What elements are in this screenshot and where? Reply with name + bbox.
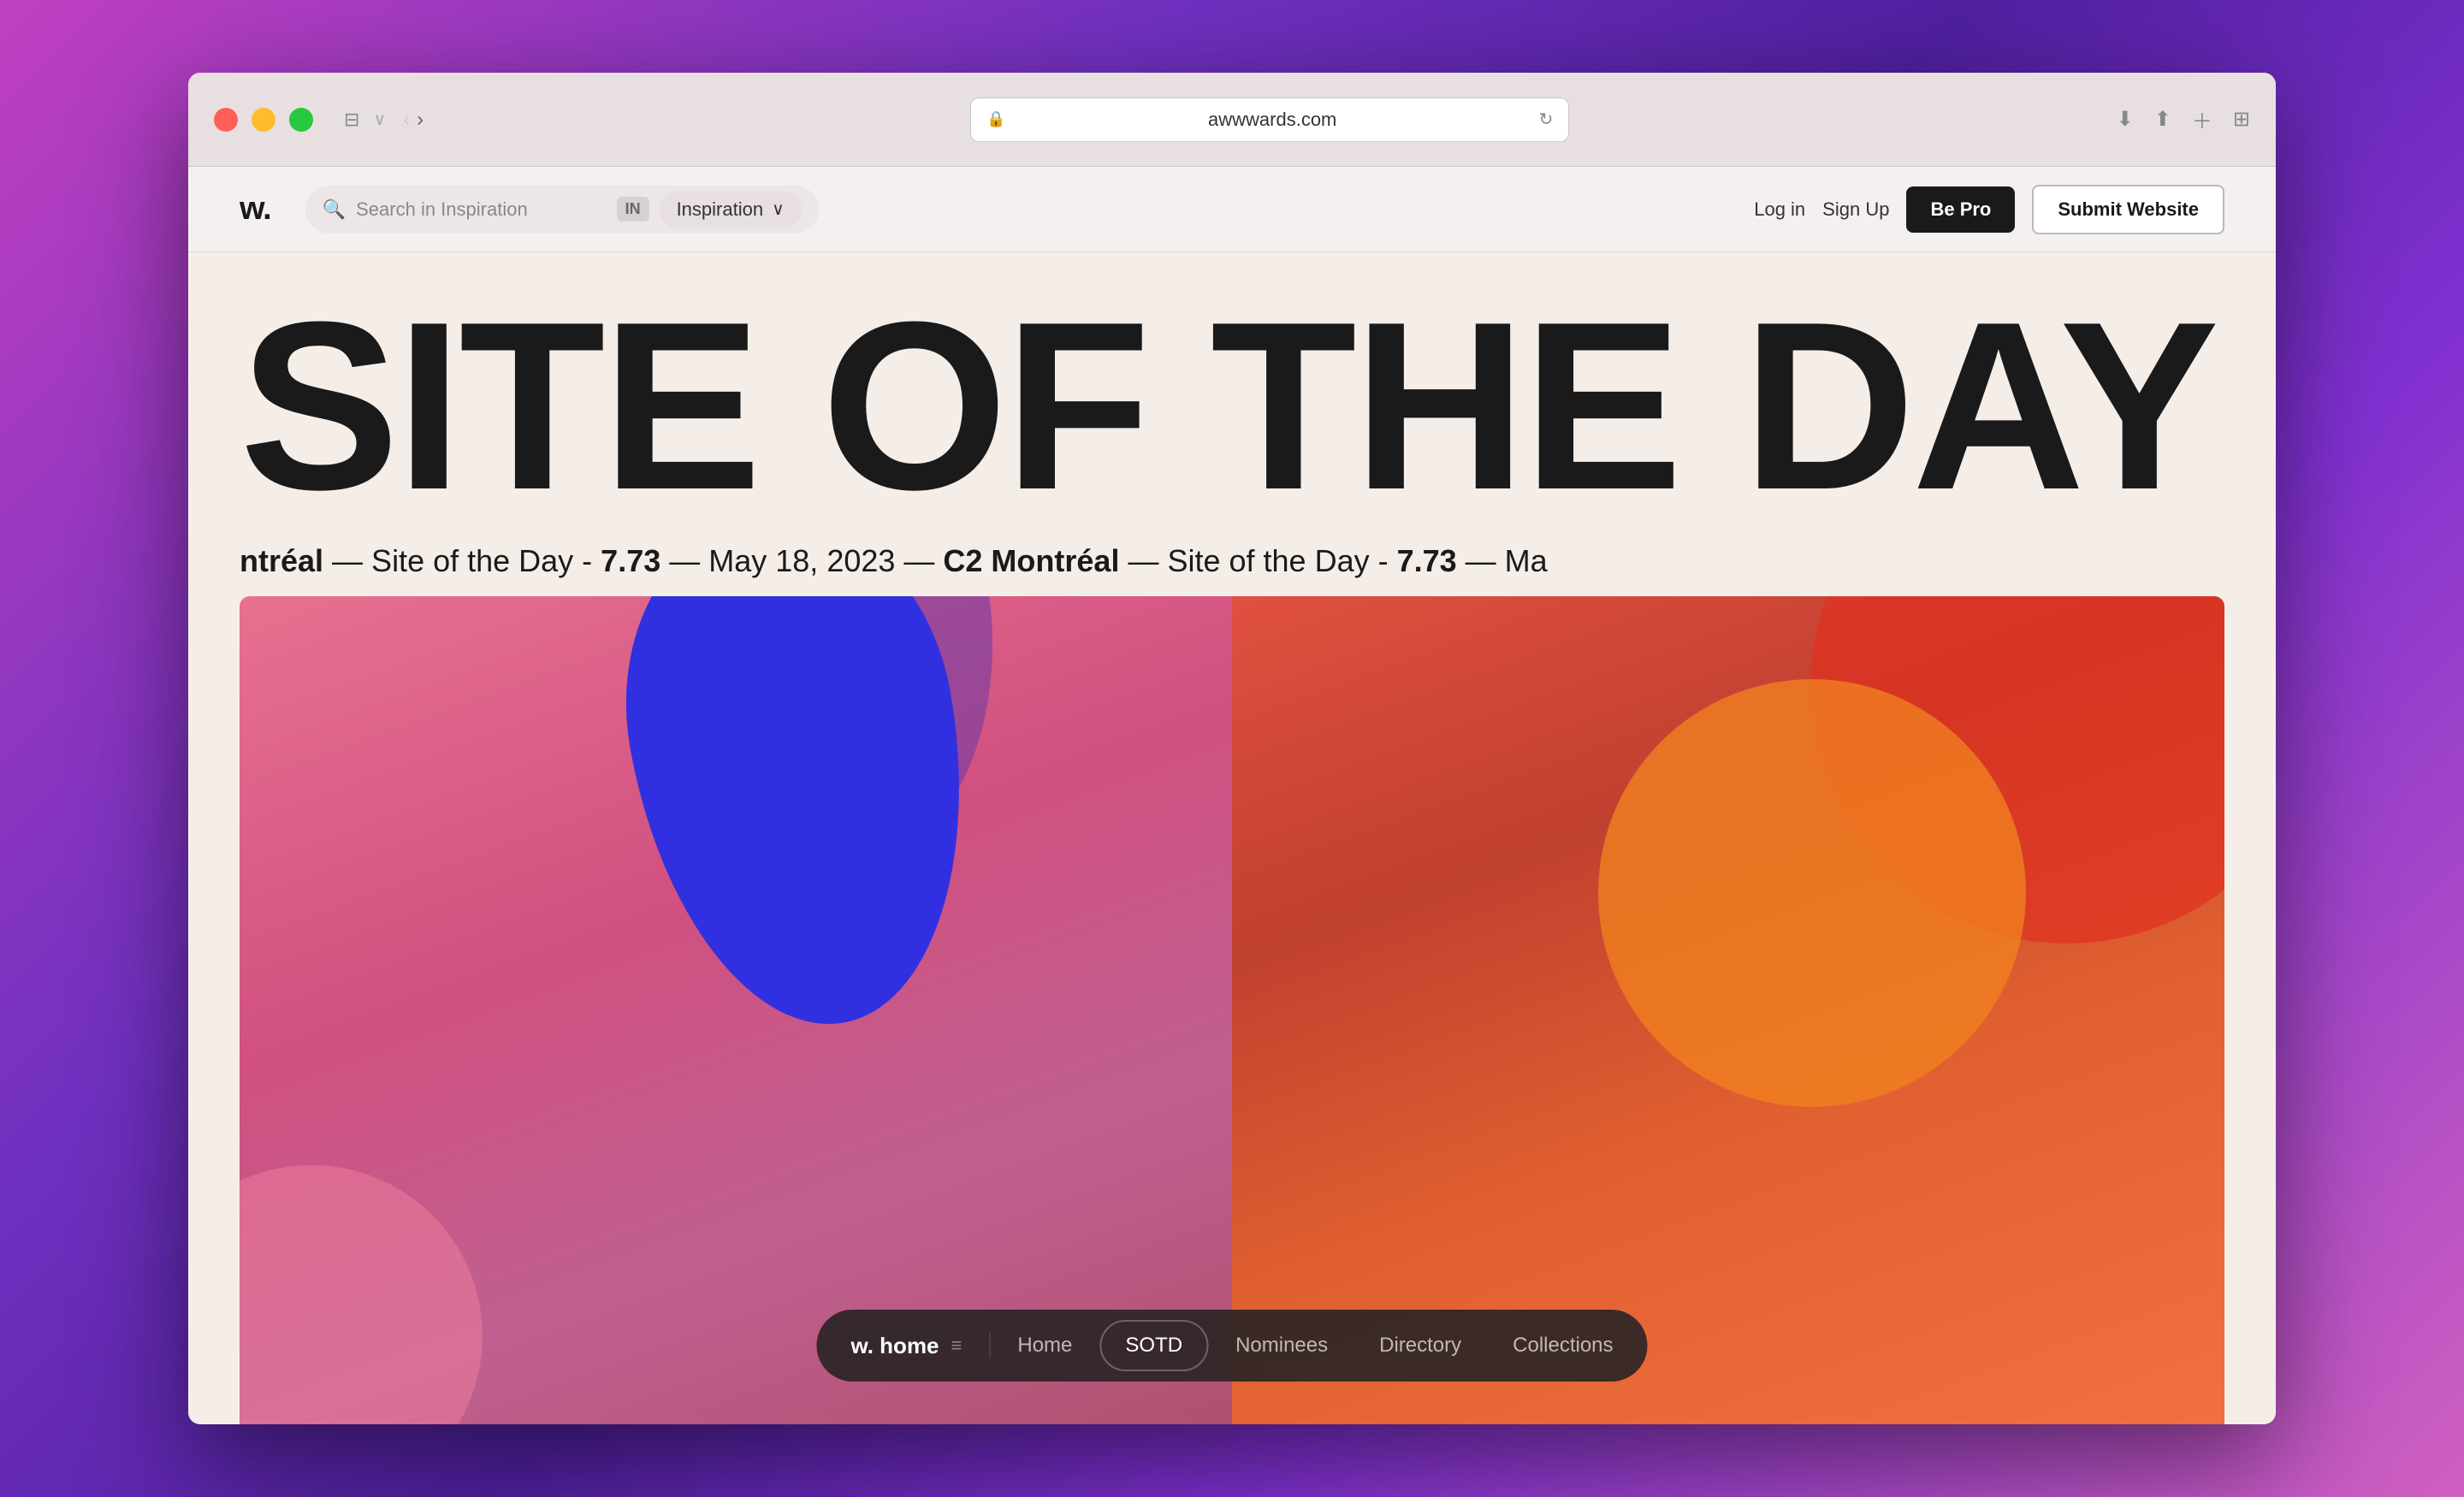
grid-icon[interactable]: ⊞ [2233,107,2250,132]
logo[interactable]: w. [240,191,271,228]
hero-canvas: w. home ≡ Home SOTD Nominees [240,596,2224,1424]
signup-link[interactable]: Sign Up [1822,198,1889,221]
nav-bar: w. 🔍 Search in Inspiration IN Inspiratio… [188,167,2276,252]
nav-item-collections[interactable]: Collections [1489,1322,1637,1370]
search-bar[interactable]: 🔍 Search in Inspiration IN Inspiration ∨ [305,186,819,234]
chevron-down-icon: ∨ [772,198,785,220]
subtitle-part-6: — Site of the Day - [1119,543,1396,579]
nav-item-directory[interactable]: Directory [1355,1322,1485,1370]
chevron-small-icon: ∨ [373,109,386,130]
url-text[interactable]: awwwards.com [1015,109,1531,131]
subtitle-part-3: 7.73 [601,543,660,579]
login-link[interactable]: Log in [1754,198,1805,221]
subtitle-part-2: — Site of the Day - [323,543,601,579]
subtitle-part-8: — Ma [1457,543,1548,579]
address-bar-container: 🔒 awwwards.com ↻ [441,98,2100,142]
search-input[interactable]: Search in Inspiration [356,198,606,221]
search-category-label: Inspiration [677,198,764,221]
title-bar: ⊟ ∨ ‹ › 🔒 awwwards.com ↻ ⬇ ⬆ ＋ ⊞ [188,73,2276,167]
hamburger-icon[interactable]: ≡ [951,1334,962,1357]
subtitle-part-7: 7.73 [1397,543,1457,579]
back-arrow-icon[interactable]: ‹ [403,108,410,132]
traffic-lights [214,108,313,132]
subtitle-part-4: — May 18, 2023 — [660,543,943,579]
hero-subtitle-bar: ntréal — Site of the Day - 7.73 — May 18… [188,543,2276,596]
nav-item-nominees[interactable]: Nominees [1211,1322,1352,1370]
hero-title: SITE OF THE DAY [240,287,2224,526]
be-pro-button[interactable]: Be Pro [1906,186,2015,233]
forward-arrow-icon[interactable]: › [417,108,424,132]
nav-item-sotd[interactable]: SOTD [1099,1320,1208,1371]
title-bar-controls: ⊟ ∨ [344,109,386,131]
submit-website-button[interactable]: Submit Website [2032,185,2224,234]
new-tab-icon[interactable]: ＋ [2192,104,2212,134]
minimize-button[interactable] [252,108,275,132]
search-badge: IN [617,197,649,222]
share-icon[interactable]: ⬆ [2154,107,2171,132]
hero-image-container: w. home ≡ Home SOTD Nominees [240,596,2224,1424]
browser-window: ⊟ ∨ ‹ › 🔒 awwwards.com ↻ ⬇ ⬆ ＋ ⊞ w. 🔍 Se… [188,73,2276,1424]
lock-icon: 🔒 [986,110,1005,128]
hero-section: SITE OF THE DAY ntréal — Site of the Day… [188,252,2276,1424]
download-icon[interactable]: ⬇ [2117,107,2134,132]
search-icon: 🔍 [323,198,346,221]
address-bar[interactable]: 🔒 awwwards.com ↻ [970,98,1569,142]
title-bar-right: ⬇ ⬆ ＋ ⊞ [2117,104,2250,134]
bottom-nav-logo: w. home [850,1333,939,1359]
bottom-nav: w. home ≡ Home SOTD Nominees [816,1310,1647,1382]
nav-actions: Log in Sign Up Be Pro Submit Website [1754,185,2224,234]
shape-orange [1598,679,2026,1107]
nav-item-home[interactable]: Home [993,1322,1096,1370]
refresh-icon[interactable]: ↻ [1539,109,1554,130]
sidebar-toggle-icon[interactable]: ⊟ [344,109,359,131]
bottom-nav-items: Home SOTD Nominees Directory Collections [993,1320,1637,1371]
subtitle-part-1: ntréal [240,543,323,579]
search-category[interactable]: Inspiration ∨ [660,192,802,228]
subtitle-part-5: C2 Montréal [943,543,1119,579]
close-button[interactable] [214,108,238,132]
nav-arrows: ‹ › [403,108,424,132]
hero-title-area: SITE OF THE DAY [188,252,2276,543]
maximize-button[interactable] [289,108,313,132]
nav-divider [989,1333,990,1358]
bottom-nav-brand[interactable]: w. home ≡ [826,1321,986,1371]
